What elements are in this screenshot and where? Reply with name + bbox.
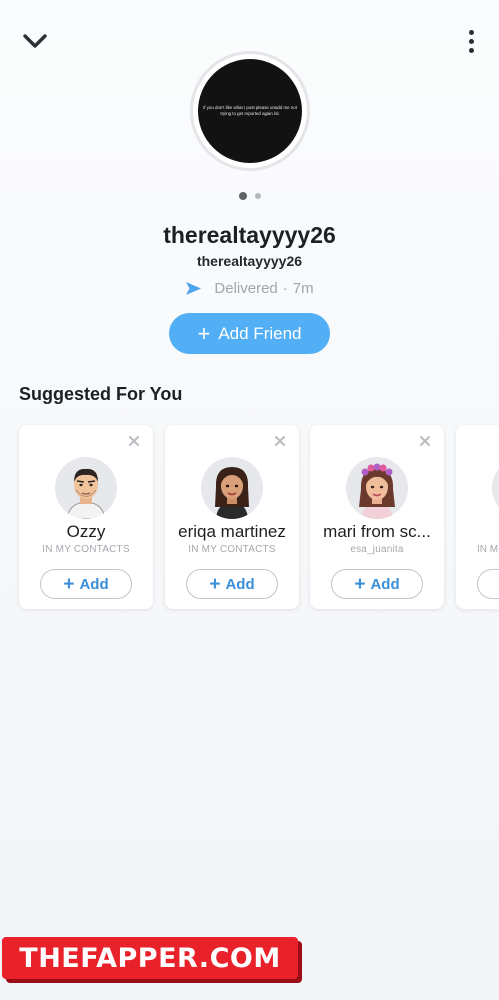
suggestion-card[interactable]: eriqa martinez IN MY CONTACTS + Add [165, 425, 299, 609]
close-icon[interactable] [127, 434, 141, 448]
watermark-text: THEFAPPER.COM [19, 942, 281, 974]
bitmoji-avatar [346, 457, 408, 519]
add-button[interactable]: + Add [40, 569, 132, 599]
suggestion-name: eriqa martinez [178, 522, 286, 541]
suggestion-card[interactable]: mari from sc... esa_juanita + Add [310, 425, 444, 609]
delivery-status: Delivered · 7m [0, 280, 499, 297]
plus-icon: + [63, 573, 75, 595]
status-label: Delivered [214, 280, 278, 297]
add-button[interactable]: + Add [331, 569, 423, 599]
page-dot [254, 193, 261, 199]
close-icon[interactable] [418, 434, 432, 448]
add-button[interactable] [477, 569, 499, 599]
page-dot-active [238, 192, 247, 200]
story-thumbnail[interactable]: If you don't like what I post please una… [190, 51, 310, 171]
plus-icon: + [209, 573, 221, 595]
story-preview: If you don't like what I post please una… [198, 59, 302, 163]
story-page-indicator [0, 192, 499, 200]
add-friend-button[interactable]: + Add Friend [169, 313, 330, 354]
status-time: 7m [292, 280, 314, 297]
add-button[interactable]: + Add [186, 569, 278, 599]
bitmoji-avatar [492, 457, 499, 519]
add-label: Add [225, 575, 255, 593]
chevron-down-icon [23, 34, 47, 48]
delivered-arrow-icon [186, 282, 202, 295]
status-separator: · [282, 280, 288, 297]
suggestion-name: Ozzy [66, 522, 106, 541]
more-options-button[interactable] [460, 26, 482, 56]
suggestion-subtitle: IN M [477, 544, 499, 555]
more-vertical-icon [460, 30, 482, 53]
bitmoji-avatar [201, 457, 263, 519]
bitmoji-avatar [55, 457, 117, 519]
add-label: Add [370, 575, 400, 593]
plus-icon: + [354, 573, 366, 595]
suggestion-card[interactable]: Ozzy IN MY CONTACTS + Add [19, 425, 153, 609]
add-friend-label: Add Friend [218, 323, 302, 343]
suggestion-subtitle: IN MY CONTACTS [42, 544, 130, 555]
close-icon[interactable] [273, 434, 287, 448]
suggested-section-title: Suggested For You [19, 384, 183, 404]
plus-icon: + [197, 320, 211, 346]
add-label: Add [79, 575, 109, 593]
suggestion-card[interactable]: IN M [456, 425, 499, 609]
username: therealtayyyy26 [196, 253, 303, 269]
suggestion-name: mari from sc... [323, 522, 431, 541]
suggestion-subtitle: IN MY CONTACTS [188, 544, 276, 555]
story-text: If you don't like what I post please una… [203, 105, 297, 116]
suggestion-subtitle: esa_juanita [350, 544, 404, 555]
watermark-banner: THEFAPPER.COM [2, 937, 298, 979]
display-name: therealtayyyy26 [163, 222, 336, 248]
back-button[interactable] [18, 26, 52, 56]
